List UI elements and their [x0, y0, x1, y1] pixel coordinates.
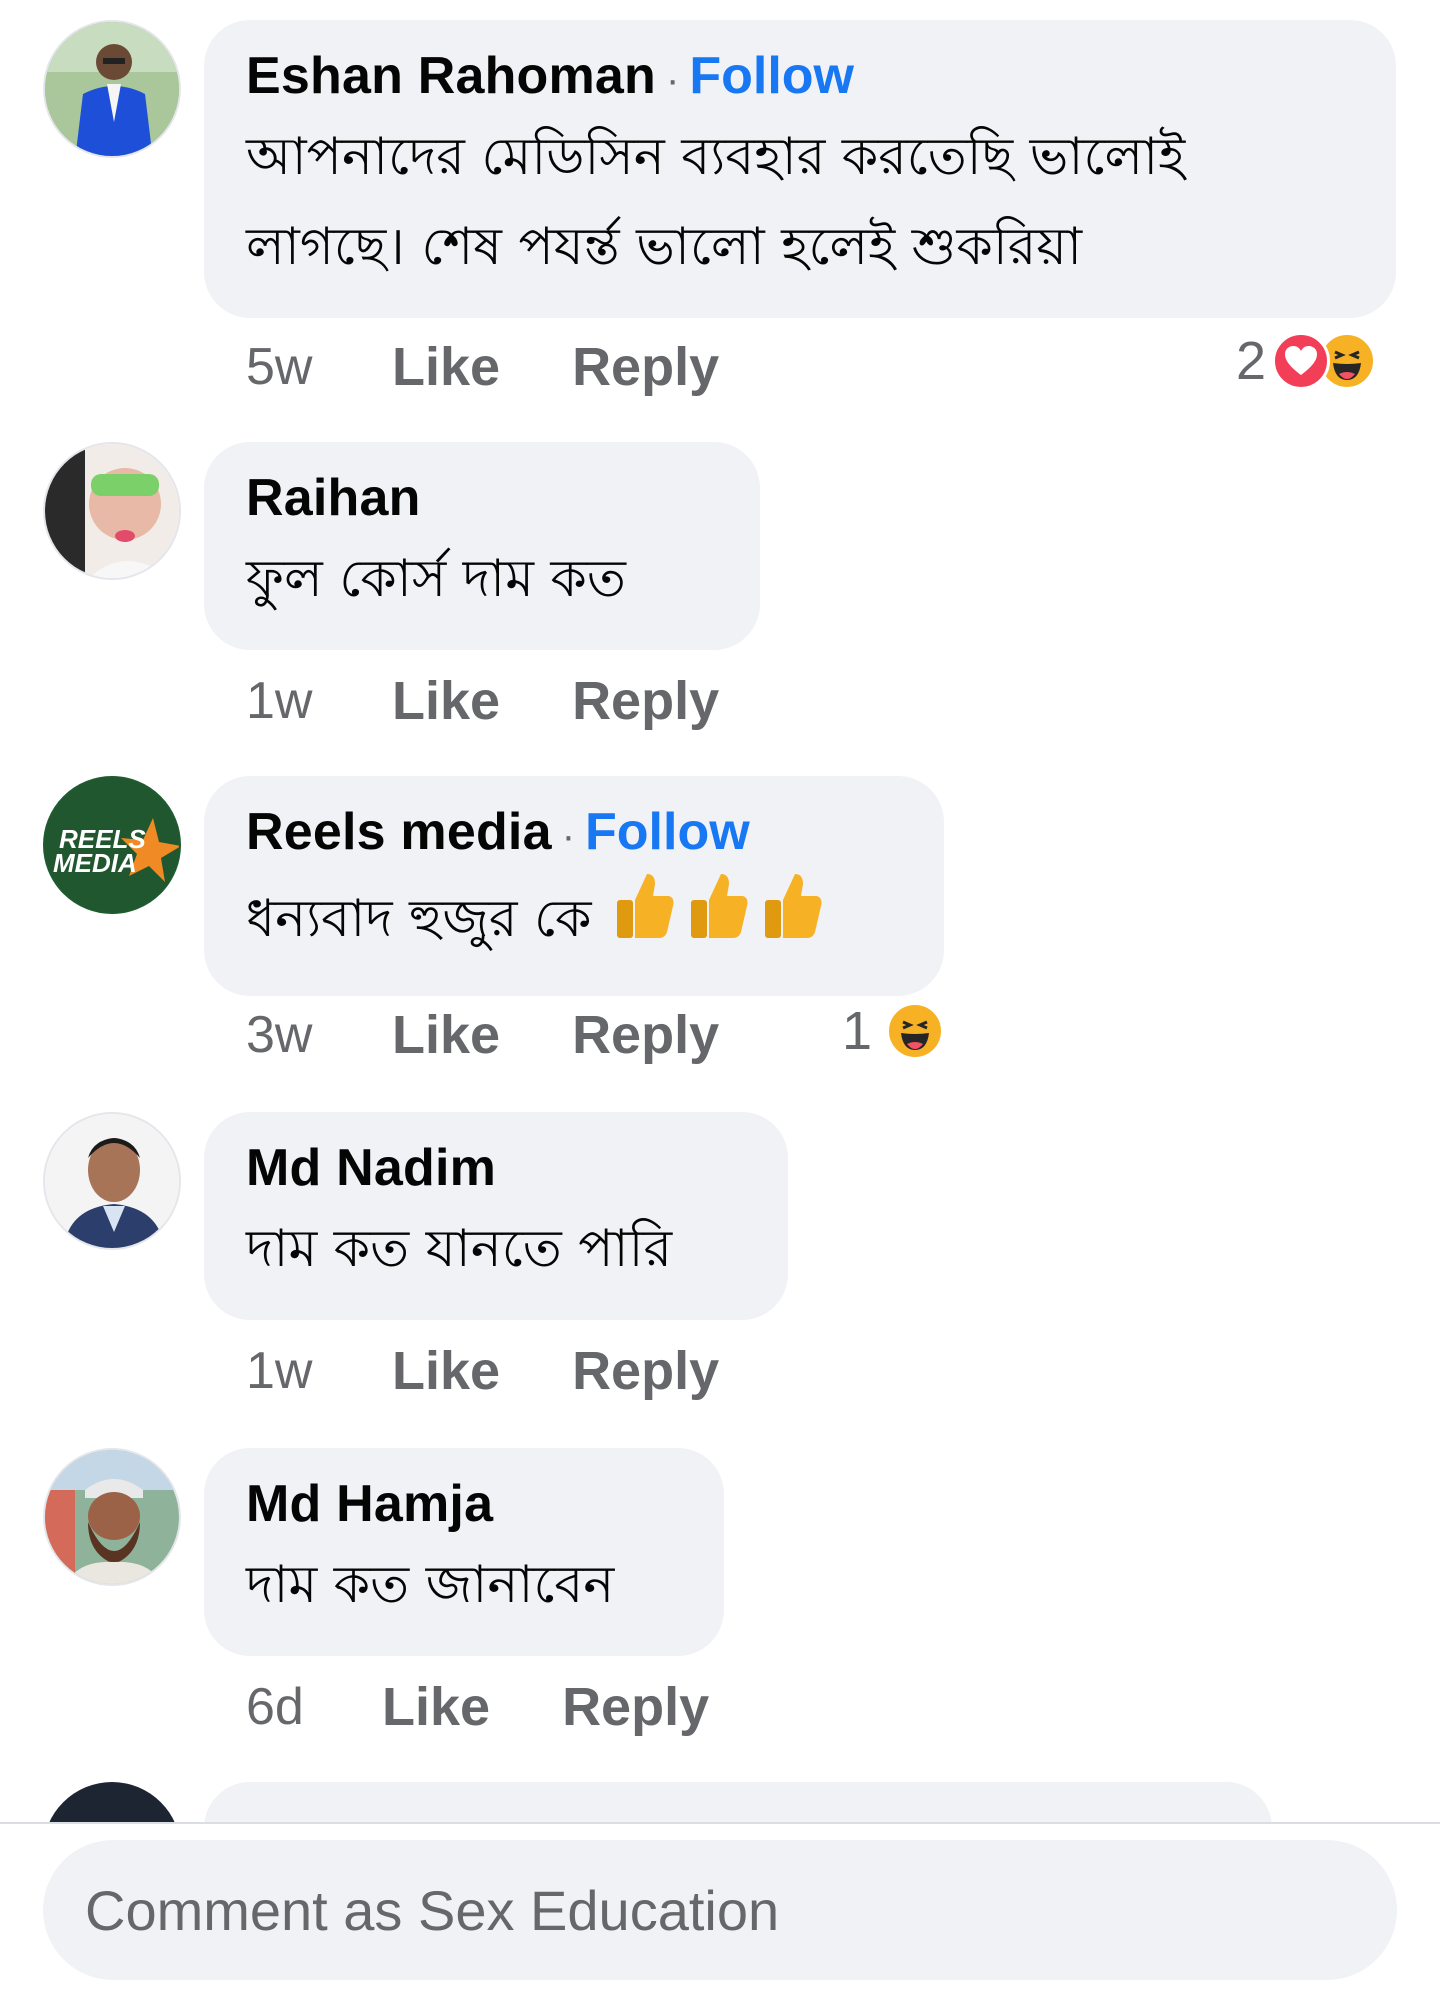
timestamp[interactable]: 6d	[246, 1677, 310, 1737]
reply-button[interactable]: Reply	[572, 336, 719, 398]
comment-actions: 3w Like Reply	[246, 1004, 719, 1066]
user-photo-icon	[45, 1450, 179, 1584]
reply-button[interactable]: Reply	[572, 1004, 719, 1066]
comment-text-row: ধন্যবাদ হুজুর কে	[246, 870, 904, 968]
avatar[interactable]: REELS MEDIA	[43, 776, 181, 914]
thumbs-up-icon	[613, 870, 677, 968]
comment-bubble: Md Nadim দাম কত যানতে পারি	[204, 1112, 788, 1320]
commenter-name[interactable]: Md Hamja	[246, 1474, 493, 1534]
user-photo-icon	[45, 22, 179, 156]
timestamp[interactable]: 1w	[246, 1341, 320, 1401]
comment-bubble: Eshan Rahoman · Follow আপনাদের মেডিসিন ব…	[204, 20, 1396, 318]
timestamp[interactable]: 3w	[246, 1005, 320, 1065]
commenter-name[interactable]: Raihan	[246, 468, 421, 528]
user-photo-icon	[45, 1114, 179, 1248]
comment-bubble: Md Hamja দাম কত জানাবেন	[204, 1448, 724, 1656]
avatar[interactable]	[43, 1112, 181, 1250]
love-icon	[1272, 332, 1331, 390]
comment-input-placeholder: Comment as Sex Education	[85, 1878, 780, 1942]
reaction-count: 2	[1236, 331, 1267, 391]
comment-actions: 1w Like Reply	[246, 1340, 719, 1402]
commenter-name[interactable]: Reels media	[246, 802, 552, 862]
comment-bubble: Raihan ফুল কোর্স দাম কত	[204, 442, 760, 650]
comment-actions: 6d Like Reply	[246, 1676, 709, 1738]
timestamp[interactable]: 1w	[246, 671, 320, 731]
haha-icon	[886, 1002, 945, 1060]
timestamp[interactable]: 5w	[246, 337, 320, 397]
reply-button[interactable]: Reply	[562, 1676, 709, 1738]
comment-actions: 1w Like Reply	[246, 670, 719, 732]
reply-button[interactable]: Reply	[572, 1340, 719, 1402]
reels-media-logo-icon: REELS MEDIA	[45, 778, 179, 912]
like-button[interactable]: Like	[382, 1676, 490, 1738]
like-button[interactable]: Like	[392, 670, 500, 732]
user-photo-icon	[45, 444, 179, 578]
comment-text: দাম কত যানতে পারি	[246, 1219, 673, 1279]
avatar[interactable]	[43, 20, 181, 158]
comment-actions: 5w Like Reply	[246, 336, 719, 398]
comment-text-line2: লাগছে। শেষ পযর্ন্ত ভালো হলেই শুকরিয়া	[246, 217, 1083, 277]
separator-dot: ·	[666, 58, 680, 102]
follow-button[interactable]: Follow	[585, 802, 750, 862]
avatar[interactable]	[43, 1448, 181, 1586]
thumbs-up-icon	[687, 870, 751, 968]
comment-text-line1: আপনাদের মেডিসিন ব্যবহার করতেছি ভালোই	[246, 127, 1186, 187]
reaction-count: 1	[842, 1001, 873, 1061]
divider	[0, 1822, 1440, 1824]
comment-text: ধন্যবাদ হুজুর কে	[246, 889, 592, 949]
comment-text: দাম কত জানাবেন	[246, 1555, 615, 1615]
comment-text: ফুল কোর্স দাম কত	[246, 549, 626, 609]
comment-input[interactable]: Comment as Sex Education	[43, 1840, 1397, 1980]
svg-text:MEDIA: MEDIA	[53, 848, 137, 878]
like-button[interactable]: Like	[392, 1004, 500, 1066]
follow-button[interactable]: Follow	[689, 46, 854, 106]
comment-bubble: Reels media · Follow ধন্যবাদ হুজুর কে	[204, 776, 944, 996]
thumbs-up-icon	[761, 870, 825, 968]
commenter-name[interactable]: Md Nadim	[246, 1138, 496, 1198]
like-button[interactable]: Like	[392, 336, 500, 398]
separator-dot: ·	[561, 814, 576, 858]
reaction-summary[interactable]: 1	[842, 1000, 945, 1062]
commenter-name[interactable]: Eshan Rahoman	[246, 46, 656, 106]
reply-button[interactable]: Reply	[572, 670, 719, 732]
like-button[interactable]: Like	[392, 1340, 500, 1402]
reaction-summary[interactable]: 2	[1236, 330, 1377, 392]
avatar[interactable]	[43, 442, 181, 580]
